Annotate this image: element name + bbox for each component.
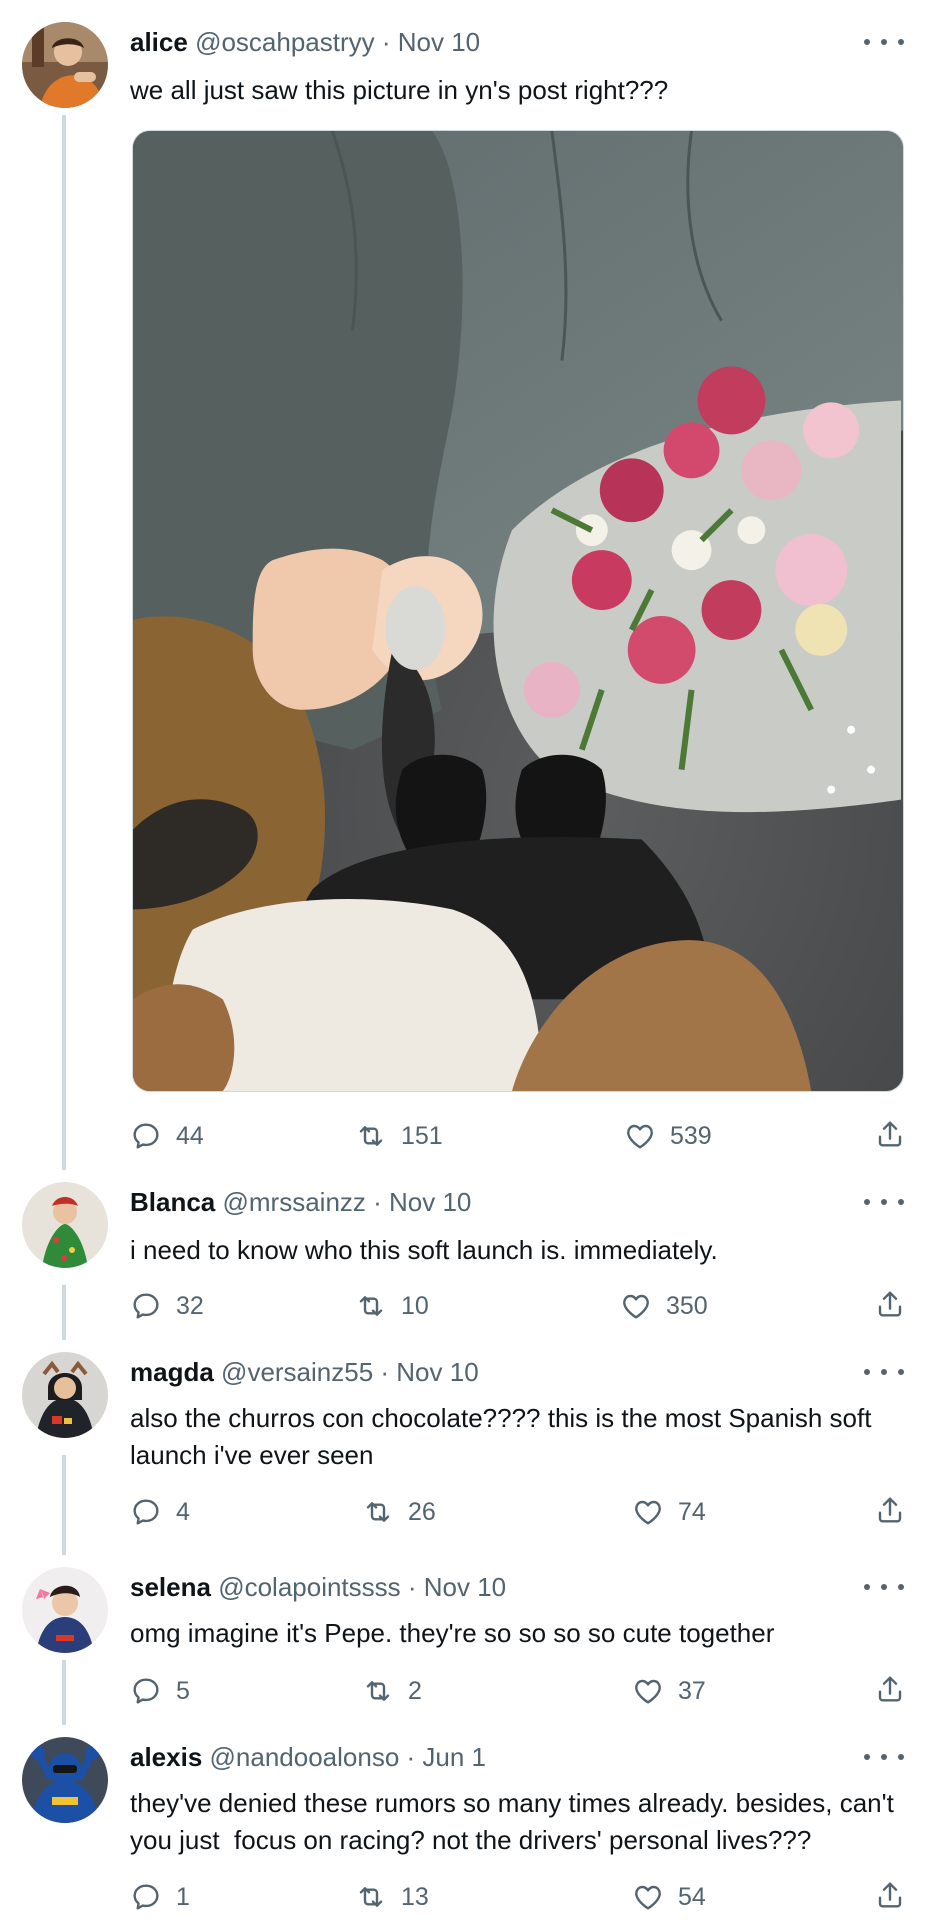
tweet-header: magda @versainz55 · Nov 10: [130, 1356, 479, 1388]
handle-and-date[interactable]: @oscahpastryy · Nov 10: [195, 27, 480, 57]
share-icon: [874, 1288, 906, 1320]
heart-icon: [632, 1496, 664, 1528]
more-icon[interactable]: [864, 1575, 904, 1599]
like-count: 54: [678, 1882, 706, 1911]
reply-count: 1: [176, 1882, 190, 1911]
like-button[interactable]: 74: [632, 1494, 706, 1530]
like-button[interactable]: 37: [632, 1673, 706, 1709]
tweet[interactable]: alexis @nandooalonso · Jun 1 they've den…: [0, 1725, 926, 1920]
like-count: 74: [678, 1497, 706, 1526]
heart-icon: [624, 1120, 656, 1152]
reply-button[interactable]: 44: [130, 1118, 204, 1154]
retweet-icon: [355, 1881, 387, 1913]
retweet-count: 26: [408, 1497, 436, 1526]
more-icon[interactable]: [864, 1190, 904, 1214]
more-icon[interactable]: [864, 30, 904, 54]
reply-icon: [130, 1881, 162, 1913]
retweet-icon: [362, 1496, 394, 1528]
retweet-count: 151: [401, 1121, 443, 1150]
share-button[interactable]: [874, 1494, 906, 1531]
display-name[interactable]: Blanca: [130, 1187, 215, 1217]
avatar[interactable]: [22, 22, 108, 108]
retweet-count: 2: [408, 1676, 422, 1705]
share-button[interactable]: [874, 1673, 906, 1710]
reply-button[interactable]: 5: [130, 1673, 190, 1709]
reply-count: 4: [176, 1497, 190, 1526]
retweet-count: 13: [401, 1882, 429, 1911]
display-name[interactable]: magda: [130, 1357, 214, 1387]
handle-and-date[interactable]: @colapointssss · Nov 10: [218, 1572, 506, 1602]
reply-button[interactable]: 4: [130, 1494, 190, 1530]
retweet-icon: [355, 1120, 387, 1152]
tweet[interactable]: alice @oscahpastryy · Nov 10 we all just…: [0, 0, 926, 1170]
tweet[interactable]: Blanca @mrssainzz · Nov 10 i need to kno…: [0, 1170, 926, 1340]
avatar[interactable]: [22, 1737, 108, 1823]
tweet-header: alice @oscahpastryy · Nov 10: [130, 26, 480, 58]
tweet-header: Blanca @mrssainzz · Nov 10: [130, 1186, 471, 1218]
share-icon: [874, 1118, 906, 1150]
like-button[interactable]: 350: [620, 1288, 708, 1324]
display-name[interactable]: selena: [130, 1572, 211, 1602]
tweet-text: also the churros con chocolate???? this …: [130, 1403, 879, 1470]
retweet-button[interactable]: 151: [355, 1118, 443, 1154]
reply-thread: alice @oscahpastryy · Nov 10 we all just…: [0, 0, 926, 1920]
share-icon: [874, 1494, 906, 1526]
display-name[interactable]: alexis: [130, 1742, 202, 1772]
heart-icon: [620, 1290, 652, 1322]
share-icon: [874, 1879, 906, 1911]
reply-icon: [130, 1120, 162, 1152]
action-bar: 32 10 350: [130, 1288, 906, 1324]
reply-count: 5: [176, 1676, 190, 1705]
reply-button[interactable]: 32: [130, 1288, 204, 1324]
reply-count: 32: [176, 1291, 204, 1320]
share-button[interactable]: [874, 1288, 906, 1325]
heart-icon: [632, 1881, 664, 1913]
tweet[interactable]: magda @versainz55 · Nov 10 also the chur…: [0, 1340, 926, 1555]
share-button[interactable]: [874, 1879, 906, 1916]
action-bar: 44 151 539: [130, 1118, 906, 1154]
share-icon: [874, 1673, 906, 1705]
retweet-button[interactable]: 26: [362, 1494, 436, 1530]
tweet-header: alexis @nandooalonso · Jun 1: [130, 1741, 486, 1773]
more-icon[interactable]: [864, 1360, 904, 1384]
like-count: 539: [670, 1121, 712, 1150]
action-bar: 5 2 37: [130, 1673, 906, 1709]
retweet-icon: [355, 1290, 387, 1322]
reply-count: 44: [176, 1121, 204, 1150]
handle-and-date[interactable]: @versainz55 · Nov 10: [221, 1357, 479, 1387]
share-button[interactable]: [874, 1118, 906, 1155]
retweet-count: 10: [401, 1291, 429, 1320]
like-button[interactable]: 54: [632, 1879, 706, 1915]
reply-icon: [130, 1675, 162, 1707]
avatar[interactable]: [22, 1352, 108, 1438]
retweet-button[interactable]: 10: [355, 1288, 429, 1324]
heart-icon: [632, 1675, 664, 1707]
tweet-photo[interactable]: [132, 130, 904, 1092]
avatar[interactable]: [22, 1567, 108, 1653]
tweet[interactable]: selena @colapointssss · Nov 10 omg imagi…: [0, 1555, 926, 1725]
display-name[interactable]: alice: [130, 27, 188, 57]
tweet-text: omg imagine it's Pepe. they're so so so …: [130, 1618, 775, 1648]
reply-icon: [130, 1290, 162, 1322]
retweet-button[interactable]: 2: [362, 1673, 422, 1709]
tweet-text: i need to know who this soft launch is. …: [130, 1235, 718, 1265]
reply-button[interactable]: 1: [130, 1879, 190, 1915]
like-count: 350: [666, 1291, 708, 1320]
retweet-button[interactable]: 13: [355, 1879, 429, 1915]
avatar[interactable]: [22, 1182, 108, 1268]
tweet-text: we all just saw this picture in yn's pos…: [130, 75, 669, 105]
handle-and-date[interactable]: @mrssainzz · Nov 10: [223, 1187, 472, 1217]
handle-and-date[interactable]: @nandooalonso · Jun 1: [210, 1742, 486, 1772]
action-bar: 4 26 74: [130, 1494, 906, 1530]
reply-icon: [130, 1496, 162, 1528]
more-icon[interactable]: [864, 1745, 904, 1769]
like-button[interactable]: 539: [624, 1118, 712, 1154]
action-bar: 1 13 54: [130, 1879, 906, 1915]
like-count: 37: [678, 1676, 706, 1705]
tweet-text: they've denied these rumors so many time…: [130, 1788, 902, 1855]
tweet-header: selena @colapointssss · Nov 10: [130, 1571, 506, 1603]
retweet-icon: [362, 1675, 394, 1707]
